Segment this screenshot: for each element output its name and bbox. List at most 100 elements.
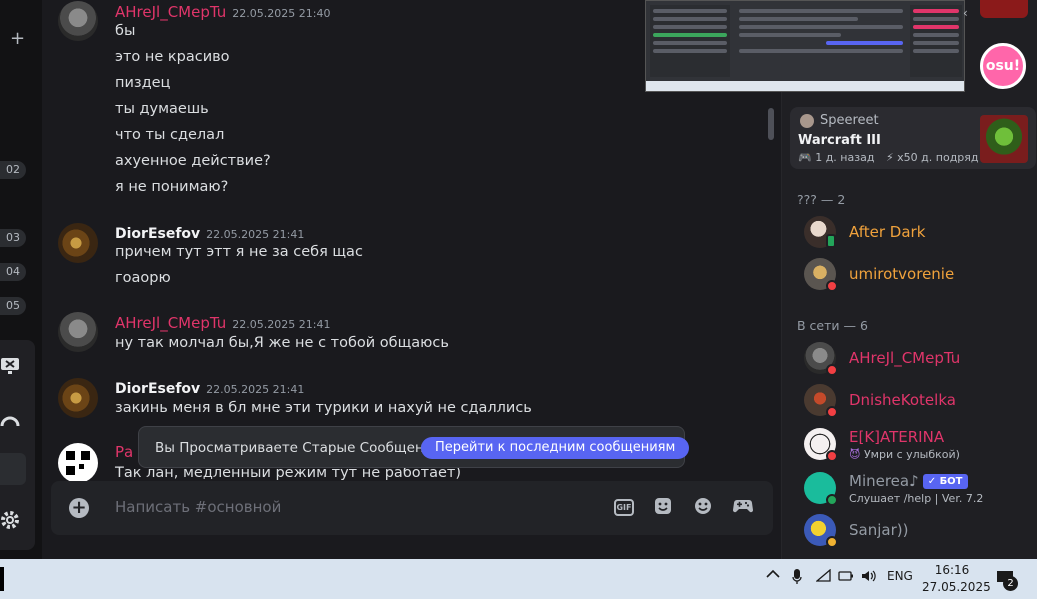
activity-game: Warcraft III [798, 133, 881, 148]
message-header: Ра [115, 442, 133, 461]
member-item[interactable]: Minerea♪ ✓ БОТ Слушает /help | Ver. 7.2 [804, 472, 1034, 508]
message-composer: + Написать #основной GIF [51, 481, 773, 535]
message-text: это не красиво [115, 49, 230, 65]
gold-avatar[interactable] [58, 223, 98, 263]
member-section-title: В сети — 6 [797, 318, 868, 333]
activities-gamepad-icon[interactable] [732, 497, 754, 517]
timestamp: 22.05.2025 21:41 [206, 228, 305, 241]
member-status-text: 😈 Умри с улыбкой) [849, 448, 960, 461]
emoji-icon[interactable] [693, 497, 713, 517]
helmet-avatar[interactable] [58, 312, 98, 352]
member-name: AHreJl_CMepTu [849, 349, 961, 367]
notification-count: 2 [1003, 576, 1018, 591]
member-name: DnisheKotelka [849, 391, 956, 409]
member-item[interactable]: Sanjar)) [804, 514, 1034, 550]
message-header: DiorEsefov 22.05.2025 21:41 [115, 223, 304, 242]
online-status-icon [826, 494, 838, 506]
warcraft-art [980, 115, 1028, 163]
activity-user: Speereet [820, 113, 879, 128]
author-name[interactable]: AHreJl_CMepTu [115, 3, 226, 21]
activity-user-avatar [800, 114, 814, 128]
member-section-title: ??? — 2 [797, 192, 846, 207]
jump-to-present-button[interactable]: Перейти к последним сообщениям [421, 437, 690, 459]
helmet-avatar[interactable] [58, 1, 98, 41]
member-name: Minerea♪ ✓ БОТ [849, 472, 968, 490]
server-badge[interactable]: 05 [0, 297, 26, 315]
language-indicator[interactable]: ENG [887, 569, 913, 583]
screen-share-icon[interactable] [0, 357, 20, 380]
dnd-status-icon [826, 280, 838, 292]
notification-center-icon[interactable]: 2 [996, 569, 1018, 591]
message-text: ахуенное действие? [115, 153, 271, 169]
battery-icon[interactable] [838, 569, 854, 587]
member-item[interactable]: AHreJl_CMepTu [804, 342, 1034, 378]
message-text: пиздец [115, 75, 171, 91]
taskbar-app-icon[interactable] [0, 567, 4, 591]
message-text: гоаорю [115, 270, 171, 286]
member-item[interactable]: DnisheKotelka [804, 384, 1034, 420]
screen-share-preview[interactable] [645, 0, 965, 92]
gamepad-icon: 🎮 [798, 151, 812, 164]
message-text: ты думаешь [115, 101, 209, 117]
volume-icon[interactable] [861, 569, 877, 587]
settings-gear-icon[interactable] [0, 510, 20, 535]
add-server-icon[interactable]: + [10, 28, 25, 49]
gold-avatar[interactable] [58, 378, 98, 418]
mobile-status-icon [826, 234, 836, 248]
chevron-right-icon[interactable]: ‹ [963, 6, 968, 20]
windows-taskbar: ENG 16:16 27.05.2025 2 [0, 559, 1037, 599]
old-messages-text: Вы Просматриваете Старые Сообщения [155, 440, 441, 456]
server-strip: + 02 03 04 05 [0, 0, 42, 559]
message-header: AHreJl_CMepTu 22.05.2025 21:40 [115, 2, 330, 21]
old-messages-banner: Вы Просматриваете Старые Сообщения Перей… [138, 426, 690, 468]
wifi-icon[interactable] [815, 568, 832, 587]
member-status-text: Слушает /help | Ver. 7.2 [849, 492, 984, 505]
activity-streak: x50 д. подряд [897, 151, 979, 164]
message-text: причем тут этт я не за себя щас [115, 244, 363, 260]
preview-chat [736, 5, 906, 77]
clock-date: 27.05.2025 [922, 580, 991, 594]
activity-meta: 🎮 1 д. назад ⚡ x50 д. подряд [798, 151, 979, 164]
message-header: DiorEsefov 22.05.2025 21:41 [115, 378, 304, 397]
member-item[interactable]: umirotvorenie [804, 258, 1034, 294]
author-name[interactable]: Ра [115, 443, 133, 461]
author-name[interactable]: AHreJl_CMepTu [115, 314, 226, 332]
activity-ago: 1 д. назад [815, 151, 875, 164]
message-text: бы [115, 23, 136, 39]
message-input[interactable]: Написать #основной [115, 498, 281, 516]
author-name[interactable]: DiorEsefov [115, 226, 200, 242]
preview-taskbar [646, 81, 964, 91]
voice-status-box[interactable] [0, 453, 26, 485]
message-text: закинь меня в бл мне эти турики и нахуй … [115, 400, 532, 416]
lightning-icon: ⚡ [885, 151, 894, 164]
author-name[interactable]: DiorEsefov [115, 381, 200, 397]
qr-avatar[interactable] [58, 443, 98, 483]
sticker-icon[interactable] [653, 497, 673, 517]
server-badge[interactable]: 04 [0, 263, 26, 281]
member-item[interactable]: After Dark [804, 216, 1034, 252]
message-text: что ты сделал [115, 127, 225, 143]
idle-status-icon [826, 536, 838, 548]
server-badge[interactable]: 03 [0, 229, 26, 247]
devil-emoji-icon: 😈 [849, 448, 861, 461]
activity-card[interactable]: Speereet Warcraft III 🎮 1 д. назад ⚡ x50… [790, 107, 1036, 169]
dnd-status-icon [826, 364, 838, 376]
dota-server-icon[interactable] [980, 0, 1028, 18]
timestamp: 22.05.2025 21:41 [232, 318, 331, 331]
member-item[interactable]: E[K]ATERINA 😈 Умри с улыбкой) [804, 428, 1034, 464]
osu-server-icon[interactable]: osu! [980, 43, 1026, 89]
headphones-icon[interactable] [0, 414, 20, 435]
microphone-icon[interactable] [792, 569, 802, 589]
member-name: After Dark [849, 223, 926, 241]
chat-scrollbar[interactable] [768, 108, 774, 140]
member-name: Sanjar)) [849, 521, 909, 539]
server-badge[interactable]: 02 [0, 161, 26, 179]
attach-plus-icon[interactable]: + [69, 498, 89, 518]
preview-sidebar [650, 5, 730, 77]
message-text: я не понимаю? [115, 179, 229, 195]
dnd-status-icon [826, 450, 838, 462]
tray-chevron-up-icon[interactable] [766, 568, 780, 583]
gif-button[interactable]: GIF [614, 499, 634, 516]
message-text: ну так молчал бы,Я же не с тобой общаюсь [115, 335, 449, 351]
taskbar-clock[interactable]: 16:16 27.05.2025 [922, 562, 991, 596]
